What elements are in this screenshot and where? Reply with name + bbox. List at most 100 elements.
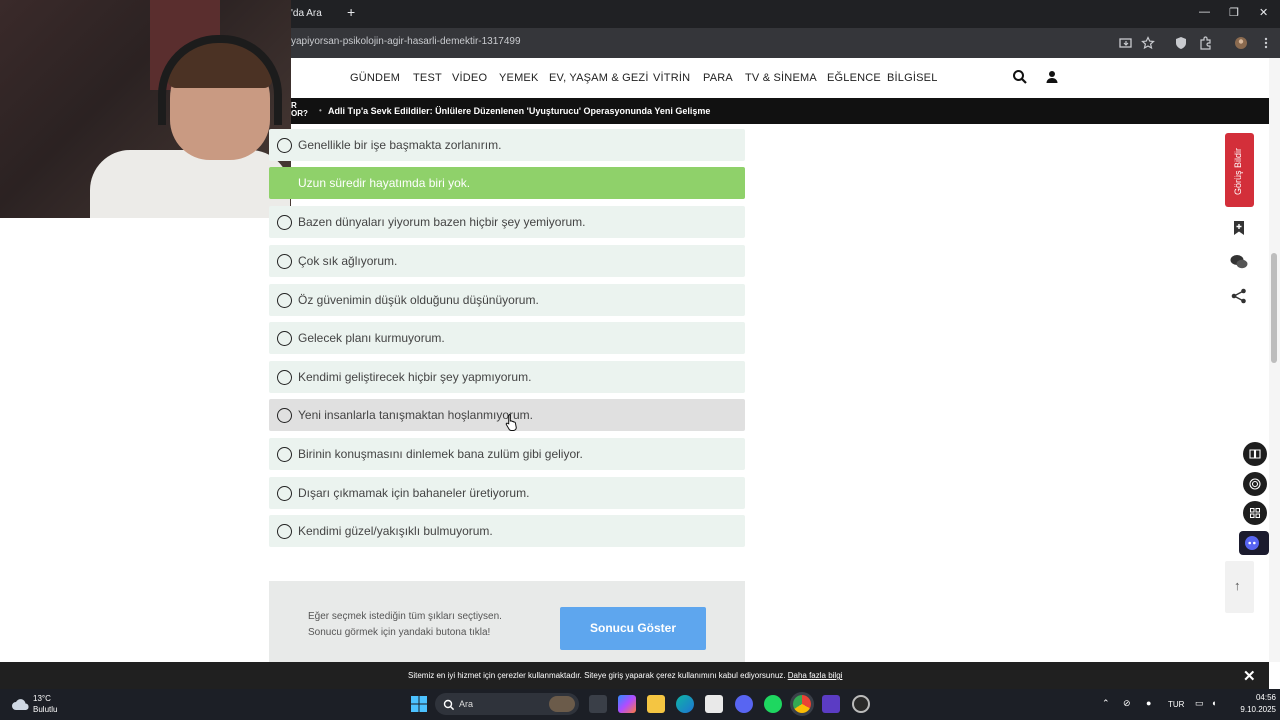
clock-time[interactable]: 04:56 xyxy=(1246,693,1276,702)
ticker-tag: R OR? xyxy=(291,101,308,118)
weather-description: Bulutlu xyxy=(33,705,58,714)
search-highlight-icon xyxy=(549,696,575,712)
nav-item-para[interactable]: PARA xyxy=(703,72,733,84)
apps-icon[interactable] xyxy=(1243,501,1267,525)
discord-icon[interactable] xyxy=(1239,531,1269,555)
scrollbar-thumb[interactable] xyxy=(1271,253,1277,363)
cookie-more-info-link[interactable]: Daha fazla bilgi xyxy=(788,671,843,680)
quiz-option[interactable]: Genellikle bir işe başmakta zorlanırım. xyxy=(269,129,745,161)
clock-date[interactable]: 9.10.2025 xyxy=(1232,705,1276,714)
profile-avatar-icon[interactable] xyxy=(1234,36,1248,50)
maximize-button[interactable]: ❐ xyxy=(1229,6,1239,19)
webcam-person-body xyxy=(90,150,290,218)
quiz-option[interactable]: Kendimi geliştirecek hiçbir şey yapmıyor… xyxy=(269,361,745,393)
webcam-overlay xyxy=(0,0,291,218)
shield-extension-icon[interactable] xyxy=(1174,36,1188,50)
task-view-icon[interactable] xyxy=(589,695,607,713)
install-app-icon[interactable] xyxy=(1119,36,1133,50)
nav-item-test[interactable]: TEST xyxy=(413,72,442,84)
result-instruction-text: Eğer seçmek istediğin tüm şıkları seçtiy… xyxy=(308,611,502,638)
page-scrollbar[interactable] xyxy=(1269,58,1280,662)
radio-icon xyxy=(277,215,292,230)
quiz-option-selected[interactable]: Uzun süredir hayatımda biri yok. xyxy=(269,167,745,199)
bookmark-star-icon[interactable] xyxy=(1141,36,1155,50)
nav-item-gundem[interactable]: GÜNDEM xyxy=(350,72,400,84)
chevron-up-icon[interactable]: ⌃ xyxy=(1102,698,1110,709)
share-icon[interactable] xyxy=(1229,286,1249,306)
quiz-option[interactable]: Dışarı çıkmamak için bahaneler üretiyoru… xyxy=(269,477,745,509)
quiz-option[interactable]: Öz güvenimin düşük olduğunu düşünüyorum. xyxy=(269,284,745,316)
cookie-message: Sitemiz en iyi hizmet için çerezler kull… xyxy=(408,671,842,680)
discord-taskbar-icon[interactable] xyxy=(735,695,753,713)
nav-item-eglence[interactable]: EĞLENCE xyxy=(827,72,881,84)
new-tab-button[interactable]: + xyxy=(347,4,355,20)
quiz-option-label: Yeni insanlarla tanışmaktan hoşlanmıyoru… xyxy=(298,408,534,422)
radio-icon xyxy=(277,370,292,385)
fingerprint-icon[interactable] xyxy=(1243,472,1267,496)
minimize-button[interactable]: — xyxy=(1199,6,1210,18)
chrome-icon[interactable] xyxy=(793,695,811,713)
quiz-option[interactable]: Bazen dünyaları yiyorum bazen hiçbir şey… xyxy=(269,206,745,238)
quiz-option-label: Genellikle bir işe başmakta zorlanırım. xyxy=(298,138,502,152)
file-explorer-icon[interactable] xyxy=(647,695,665,713)
quiz-option-label: Öz güvenimin düşük olduğunu düşünüyorum. xyxy=(298,293,539,307)
quiz-option-label: Gelecek planı kurmuyorum. xyxy=(298,331,445,345)
ticker-bullet: • xyxy=(319,106,322,115)
feedback-button[interactable]: Görüş Bildir xyxy=(1225,133,1254,207)
url-text[interactable]: yapiyorsan-psikolojin-agir-hasarli-demek… xyxy=(291,36,521,47)
nav-item-yemek[interactable]: YEMEK xyxy=(499,72,539,84)
weather-temperature: 13°C xyxy=(33,694,51,703)
close-window-button[interactable]: ✕ xyxy=(1259,6,1268,19)
search-placeholder: Ara xyxy=(459,699,474,709)
close-icon[interactable]: ✕ xyxy=(1243,667,1256,685)
quiz-option[interactable]: Kendimi güzel/yakışıklı bulmuyorum. xyxy=(269,515,745,547)
radio-icon xyxy=(277,524,292,539)
quiz-option-label: Kendimi geliştirecek hiçbir şey yapmıyor… xyxy=(298,370,532,384)
quiz-option-label: Bazen dünyaları yiyorum bazen hiçbir şey… xyxy=(298,215,586,229)
quiz-option[interactable]: Çok sık ağlıyorum. xyxy=(269,245,745,277)
quiz-option-label: Birinin konuşmasını dinlemek bana zulüm … xyxy=(298,447,583,461)
user-icon[interactable] xyxy=(1044,69,1060,85)
radio-icon xyxy=(277,447,292,462)
radio-icon xyxy=(277,486,292,501)
quiz-option[interactable]: Gelecek planı kurmuyorum. xyxy=(269,322,745,354)
microsoft-store-icon[interactable] xyxy=(705,695,723,713)
news-ticker: R OR? • Adli Tıp'a Sevk Edildiler: Ünlül… xyxy=(291,98,1269,124)
language-indicator[interactable]: TUR xyxy=(1168,700,1184,709)
nav-item-bilgisel[interactable]: BİLGİSEL xyxy=(887,72,938,84)
search-icon[interactable] xyxy=(1012,69,1028,85)
quiz-option-label: Kendimi güzel/yakışıklı bulmuyorum. xyxy=(298,524,493,538)
nav-item-vitrin[interactable]: VİTRİN xyxy=(653,72,690,84)
radio-icon xyxy=(277,331,292,346)
microphone-icon[interactable]: ● xyxy=(1146,698,1151,708)
show-result-button[interactable]: Sonucu Göster xyxy=(560,607,706,650)
book-icon[interactable] xyxy=(1243,442,1267,466)
display-icon[interactable]: ▭ xyxy=(1195,698,1204,709)
scroll-to-top-button[interactable]: ↑ xyxy=(1225,561,1254,613)
quiz-option-label: Çok sık ağlıyorum. xyxy=(298,254,398,268)
comments-icon[interactable] xyxy=(1229,252,1249,272)
app-icon[interactable] xyxy=(822,695,840,713)
volume-icon[interactable]: ◖ xyxy=(1211,698,1216,708)
feedback-label: Görüş Bildir xyxy=(1233,147,1243,195)
spotify-icon[interactable] xyxy=(764,695,782,713)
radio-icon xyxy=(277,254,292,269)
extensions-icon[interactable] xyxy=(1198,36,1212,50)
network-off-icon[interactable]: ⊘ xyxy=(1123,698,1131,709)
edge-icon[interactable] xyxy=(676,695,694,713)
quiz-option[interactable]: Birinin konuşmasını dinlemek bana zulüm … xyxy=(269,438,745,470)
nav-item-tv-sinema[interactable]: TV & SİNEMA xyxy=(745,72,817,84)
windows-start-icon[interactable] xyxy=(410,695,428,713)
nav-item-ev-yasam-gezi[interactable]: EV, YAŞAM & GEZİ xyxy=(549,72,649,84)
bookmark-icon[interactable] xyxy=(1229,218,1249,238)
ticker-headline[interactable]: Adli Tıp'a Sevk Edildiler: Ünlülere Düze… xyxy=(328,106,710,116)
nav-item-video[interactable]: VİDEO xyxy=(452,72,487,84)
cloud-icon[interactable] xyxy=(11,697,31,711)
copilot-icon[interactable] xyxy=(618,695,636,713)
obs-icon[interactable] xyxy=(852,695,870,713)
taskbar-search-box[interactable]: Ara xyxy=(435,693,579,715)
browser-tab[interactable]: 'da Ara xyxy=(291,2,341,26)
browser-menu-icon[interactable] xyxy=(1259,36,1273,50)
windows-taskbar: 13°C Bulutlu Ara ⌃ ⊘ ● TUR ▭ ◖ 04:56 9.1… xyxy=(0,689,1280,720)
quiz-option-label: Uzun süredir hayatımda biri yok. xyxy=(298,176,471,190)
